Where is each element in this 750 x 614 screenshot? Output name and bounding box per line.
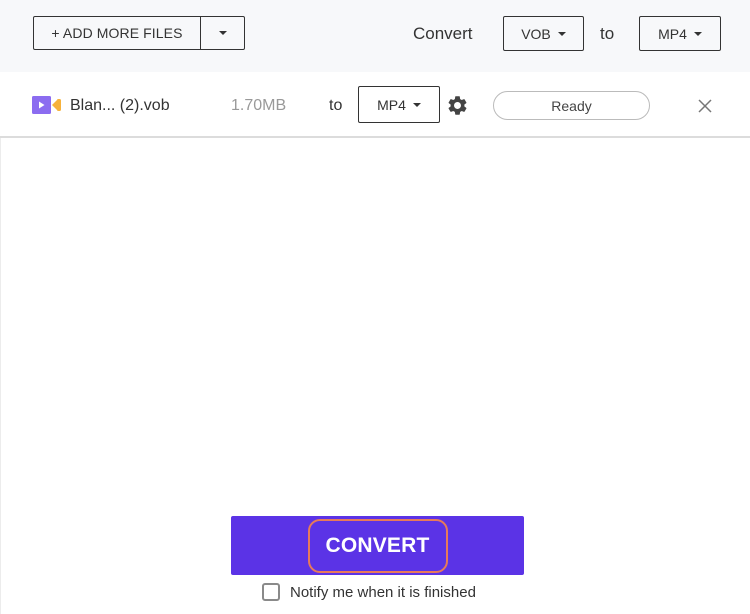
caret-down-icon bbox=[218, 31, 227, 35]
close-icon[interactable] bbox=[697, 98, 713, 114]
notify-checkbox-row[interactable]: Notify me when it is finished bbox=[262, 583, 476, 601]
convert-button[interactable]: CONVERT bbox=[231, 516, 524, 575]
gear-icon[interactable] bbox=[446, 94, 469, 117]
add-files-dropdown-button[interactable] bbox=[201, 17, 244, 49]
convert-button-highlight: CONVERT bbox=[307, 518, 448, 573]
video-file-icon bbox=[32, 96, 61, 114]
file-target-format-value: MP4 bbox=[377, 96, 406, 113]
source-format-value: VOB bbox=[521, 25, 551, 42]
caret-down-icon bbox=[693, 31, 702, 36]
notify-label: Notify me when it is finished bbox=[290, 583, 476, 601]
target-format-value: MP4 bbox=[658, 25, 687, 42]
add-more-files-button[interactable]: + ADD MORE FILES bbox=[34, 17, 201, 49]
top-toolbar: + ADD MORE FILES Convert VOB to MP4 bbox=[0, 0, 750, 72]
to-label: to bbox=[600, 24, 615, 43]
status-badge: Ready bbox=[493, 91, 650, 120]
convert-button-label: CONVERT bbox=[325, 533, 430, 557]
target-format-select[interactable]: MP4 bbox=[639, 16, 721, 51]
convert-label: Convert bbox=[413, 24, 473, 43]
source-format-select[interactable]: VOB bbox=[503, 16, 584, 51]
status-text: Ready bbox=[551, 97, 592, 114]
file-to-label: to bbox=[329, 97, 343, 114]
caret-down-icon bbox=[412, 102, 421, 107]
caret-down-icon bbox=[557, 31, 566, 36]
add-files-button-group: + ADD MORE FILES bbox=[33, 16, 245, 50]
file-target-format-select[interactable]: MP4 bbox=[358, 86, 440, 123]
notify-checkbox[interactable] bbox=[262, 583, 280, 601]
file-row: Blan... (2).vob 1.70MB to MP4 Ready bbox=[0, 72, 750, 138]
file-name: Blan... (2).vob bbox=[70, 97, 170, 114]
file-size: 1.70MB bbox=[231, 97, 287, 114]
